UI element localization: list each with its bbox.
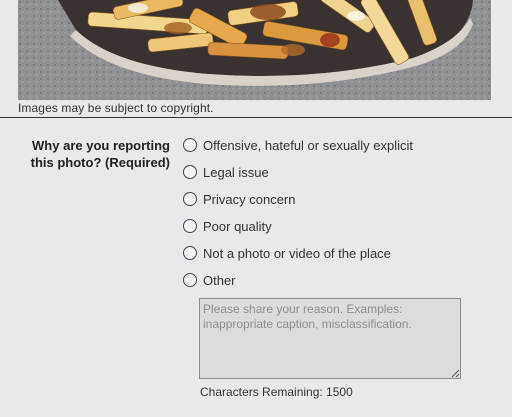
radio-button[interactable] [183,219,197,233]
copyright-caption: Images may be subject to copyright. [18,101,214,115]
option-label: Poor quality [203,219,272,234]
characters-remaining: Characters Remaining: 1500 [200,385,353,399]
radio-button[interactable] [183,246,197,260]
option-privacy-concern[interactable]: Privacy concern [183,190,413,217]
report-reason-options: Offensive, hateful or sexually explicit … [183,136,413,298]
reported-photo [18,0,491,100]
section-divider [0,117,512,118]
option-offensive[interactable]: Offensive, hateful or sexually explicit [183,136,413,163]
radio-button[interactable] [183,165,197,179]
report-question-label: Why are you reporting this photo? (Requi… [30,138,170,170]
radio-button[interactable] [183,273,197,287]
option-poor-quality[interactable]: Poor quality [183,217,413,244]
option-legal-issue[interactable]: Legal issue [183,163,413,190]
radio-button[interactable] [183,138,197,152]
reason-textarea[interactable] [199,298,461,379]
option-not-a-photo-of-place[interactable]: Not a photo or video of the place [183,244,413,271]
photo-illustration [18,0,491,100]
option-label: Not a photo or video of the place [203,246,391,261]
radio-button[interactable] [183,192,197,206]
option-label: Offensive, hateful or sexually explicit [203,138,414,153]
option-other[interactable]: Other [183,271,413,298]
option-label: Legal issue [203,165,269,180]
option-label: Other [203,273,236,288]
option-label: Privacy concern [203,192,296,207]
